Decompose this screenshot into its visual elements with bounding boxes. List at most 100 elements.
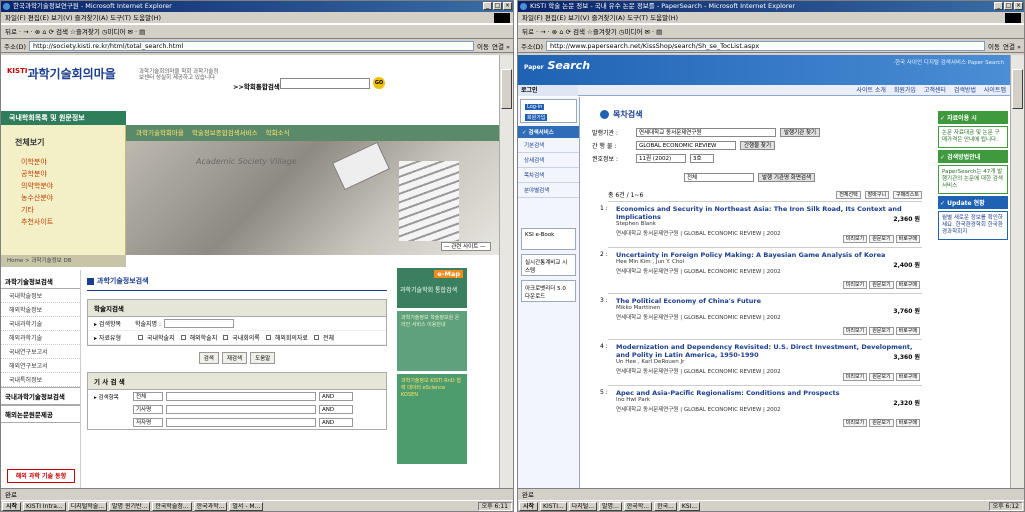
- article-scope-select[interactable]: 전체: [684, 173, 754, 182]
- links-button[interactable]: 연결 »: [1003, 41, 1021, 51]
- emap-bottom[interactable]: 과학기술정보 KISTI RnD 협력 데이터 eScience KOSEN: [397, 374, 467, 464]
- fulltext-button[interactable]: 원문보기: [869, 327, 894, 335]
- go-button[interactable]: 이동: [477, 41, 489, 51]
- purchase-list-button[interactable]: 구매리스트: [892, 191, 922, 199]
- journal-name-input[interactable]: [164, 319, 235, 328]
- side-item[interactable]: 해외연구보고서: [1, 359, 80, 373]
- menu-bar[interactable]: 파일(F) 편집(E) 보기(V) 즐겨찾기(A) 도구(T) 도움말(H): [1, 12, 513, 24]
- result-title[interactable]: Modernization and Dependency Revisited: …: [608, 343, 922, 359]
- buy-button[interactable]: 바로구매: [895, 373, 920, 381]
- menu-items[interactable]: 파일(F) 편집(E) 보기(V) 즐겨찾기(A) 도구(T) 도움말(H): [5, 14, 161, 22]
- site-logo[interactable]: Paper Search: [524, 59, 590, 72]
- preview-button[interactable]: 미리보기: [842, 373, 868, 381]
- field-select[interactable]: 저자명: [133, 418, 163, 427]
- address-input[interactable]: http://www.papersearch.net/KissShop/sear…: [546, 40, 986, 51]
- taskbar-item[interactable]: 한국과학...: [193, 501, 228, 511]
- preview-button[interactable]: 미리보기: [842, 281, 868, 289]
- society-list-banner[interactable]: 국내학회목록 및 원문정보: [1, 111, 126, 125]
- publisher-select[interactable]: 연세대학교 동서문제연구원: [636, 128, 776, 137]
- volume-select[interactable]: 11권 (2002): [636, 154, 686, 163]
- result-title[interactable]: The Political Economy of China's Future: [608, 297, 922, 305]
- side-item[interactable]: 국내연구보고서: [1, 345, 80, 359]
- side-item[interactable]: 해외과학기술: [1, 331, 80, 345]
- toolbar[interactable]: 뒤로 · → · ⊗ ⌂ ⟳ 검색 ☆즐겨찾기 ◷미디어 ✉ · ▤: [1, 24, 513, 39]
- fulltext-button[interactable]: 원문보기: [869, 235, 894, 243]
- preview-button[interactable]: 미리보기: [842, 235, 868, 243]
- fulltext-button[interactable]: 원문보기: [869, 281, 894, 289]
- taskbar-item[interactable]: 발명...: [599, 501, 622, 511]
- checkbox[interactable]: [313, 335, 319, 340]
- field-item[interactable]: 추천사이트: [21, 216, 125, 228]
- field-item[interactable]: 농수산분야: [21, 192, 125, 204]
- sidebar-item-advanced-search[interactable]: 상세검색: [518, 153, 579, 168]
- taskbar-item[interactable]: 한국...: [654, 501, 677, 511]
- minimize-button[interactable]: _: [483, 2, 492, 10]
- maximize-button[interactable]: □: [493, 2, 502, 10]
- scrollbar-thumb[interactable]: [1012, 69, 1023, 109]
- nav-item[interactable]: 회원가입: [894, 87, 916, 94]
- field-item[interactable]: 공학분야: [21, 168, 125, 180]
- preview-button[interactable]: 미리보기: [842, 327, 868, 335]
- side-heading[interactable]: 해외논문원문제공: [1, 405, 80, 423]
- nav-item[interactable]: 사이트맵: [984, 87, 1006, 94]
- nav-item[interactable]: 학술정보종합검색서비스: [192, 125, 258, 141]
- nav-item[interactable]: 과학기술학회마을: [136, 125, 184, 141]
- address-input[interactable]: http://society.kisti.re.kr/html/total_se…: [29, 40, 475, 51]
- sidebar-item-basic-search[interactable]: 기본검색: [518, 138, 579, 153]
- vertical-scrollbar[interactable]: [1010, 55, 1024, 488]
- operator-select[interactable]: AND: [319, 418, 353, 427]
- nav-item[interactable]: 사이트 소개: [856, 87, 886, 94]
- keyword-input[interactable]: [166, 405, 316, 414]
- nav-item[interactable]: 고객센터: [924, 87, 946, 94]
- ebook-banner[interactable]: KSI e-Book: [521, 228, 576, 250]
- buy-button[interactable]: 바로구매: [895, 281, 920, 289]
- sidebar-item-field-search[interactable]: 분야별검색: [518, 183, 579, 198]
- related-sites-select[interactable]: — 관련 사이트 —: [441, 242, 491, 251]
- checkbox[interactable]: [180, 335, 186, 340]
- nav-item[interactable]: 검색방법: [954, 87, 976, 94]
- login-button[interactable]: Log-in: [525, 104, 545, 110]
- taskbar-item[interactable]: 멀서 - M...: [229, 501, 264, 511]
- side-item[interactable]: 국내과학기술: [1, 317, 80, 331]
- close-button[interactable]: ×: [503, 2, 512, 10]
- field-item[interactable]: 이학분야: [21, 156, 125, 168]
- operator-select[interactable]: AND: [319, 392, 353, 401]
- taskbar-item[interactable]: 디지털학술...: [67, 501, 108, 511]
- taskbar-item[interactable]: KISTI...: [540, 501, 567, 511]
- field-item[interactable]: 의약학분야: [21, 180, 125, 192]
- sidebar-item-toc-search[interactable]: 목차검색: [518, 168, 579, 183]
- issue-select[interactable]: 3호: [690, 154, 714, 163]
- preview-button[interactable]: 미리보기: [842, 419, 868, 427]
- search-input[interactable]: [280, 78, 370, 89]
- nav-item[interactable]: 학회소식: [266, 125, 290, 141]
- select-all-button[interactable]: 전체선택: [836, 191, 861, 199]
- site-logo[interactable]: KISTI과학기술회의마을: [7, 65, 116, 82]
- fulltext-button[interactable]: 원문보기: [869, 373, 894, 381]
- taskbar-item[interactable]: 발명 윈기반...: [109, 501, 151, 511]
- taskbar-item[interactable]: 다지털...: [568, 501, 598, 511]
- side-item[interactable]: 국내특허정보: [1, 373, 80, 387]
- field-select[interactable]: 기사명: [133, 405, 163, 414]
- checkbox[interactable]: [138, 335, 143, 340]
- stats-banner[interactable]: 실시간통계비교 시스템: [521, 254, 576, 276]
- result-title[interactable]: Economics and Security in Northeast Asia…: [608, 205, 922, 221]
- emap-mid[interactable]: 과학기술정보 학술정보원 온라인 서비스 이용안내: [397, 311, 467, 371]
- fulltext-button[interactable]: 원문보기: [869, 419, 894, 427]
- keyword-input[interactable]: [166, 418, 316, 427]
- buy-button[interactable]: 바로구매: [895, 327, 920, 335]
- start-button[interactable]: 시작: [2, 501, 22, 511]
- result-title[interactable]: Apec and Asia-Pacific Regionalism: Condi…: [608, 389, 922, 397]
- side-item[interactable]: 해외학술정보: [1, 303, 80, 317]
- research-button[interactable]: 재검색: [221, 352, 248, 364]
- search-go-button[interactable]: GO: [373, 77, 385, 89]
- menu-items[interactable]: 파일(F) 편집(E) 보기(V) 즐겨찾기(A) 도구(T) 도움말(H): [522, 14, 678, 22]
- journal-select[interactable]: GLOBAL ECONOMIC REVIEW: [636, 141, 736, 150]
- emap-panel[interactable]: e-Map 과학기술학회 통합검색 과학기술정보 학술정보원 온라인 서비스 이용…: [397, 268, 467, 488]
- search-button[interactable]: 검색: [198, 352, 219, 364]
- taskbar-item[interactable]: 한국학...: [623, 501, 653, 511]
- minimize-button[interactable]: _: [994, 2, 1003, 10]
- menu-bar[interactable]: 파일(F) 편집(E) 보기(V) 즐겨찾기(A) 도구(T) 도움말(H): [518, 12, 1024, 24]
- side-heading[interactable]: 과학기술정보검색: [1, 270, 80, 289]
- field-item[interactable]: 기타: [21, 204, 125, 216]
- find-publisher-button[interactable]: 발행기관 찾기: [780, 128, 821, 137]
